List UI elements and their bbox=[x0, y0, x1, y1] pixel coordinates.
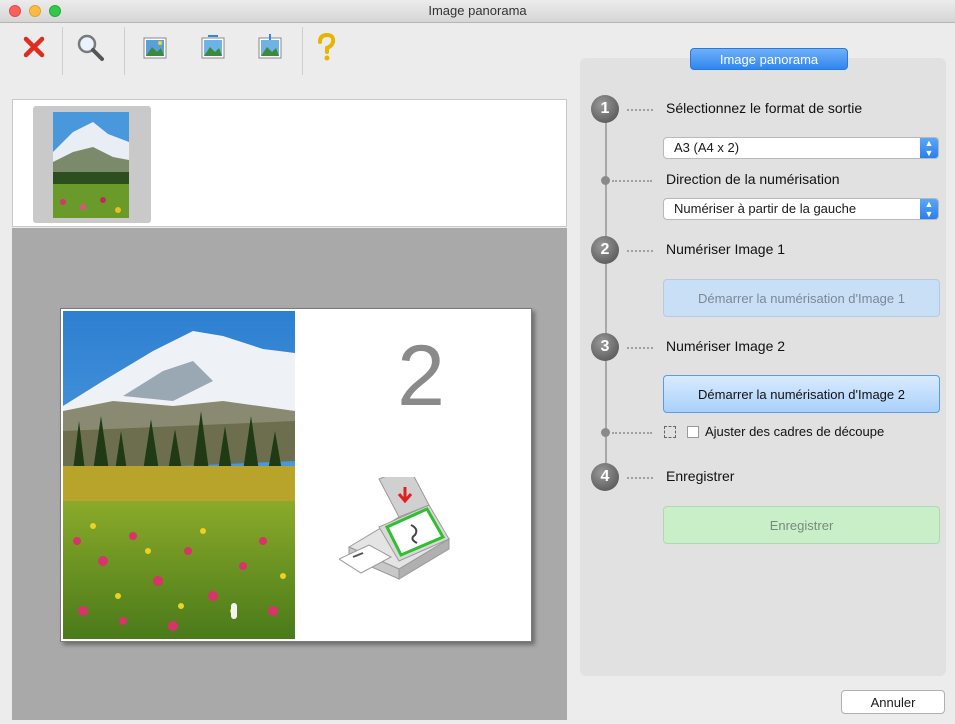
image-icon[interactable] bbox=[250, 27, 290, 67]
scan-direction-value: Numériser à partir de la gauche bbox=[674, 201, 857, 216]
save-button[interactable]: Enregistrer bbox=[663, 506, 940, 544]
substep-dot bbox=[601, 428, 610, 437]
step-connector bbox=[627, 477, 653, 479]
scan-direction-label: Direction de la numérisation bbox=[666, 171, 840, 187]
toolbar-separator bbox=[62, 27, 63, 75]
scan-direction-select[interactable]: Numériser à partir de la gauche ▲ ▼ bbox=[663, 198, 939, 220]
step-connector bbox=[612, 180, 652, 182]
step-connector bbox=[612, 432, 652, 434]
step-1-label: Sélectionnez le format de sortie bbox=[666, 100, 863, 116]
window-title: Image panorama bbox=[428, 3, 527, 18]
preview-page: 2 bbox=[60, 308, 532, 642]
step-connector bbox=[627, 250, 653, 252]
scan-step-number: 2 bbox=[397, 328, 445, 424]
thumbnail-strip bbox=[12, 99, 567, 227]
step-2-badge: 2 bbox=[591, 236, 619, 264]
step-4-badge: 4 bbox=[591, 463, 619, 491]
toolbar-separator bbox=[302, 27, 303, 75]
thumbnail-image bbox=[53, 112, 129, 218]
output-format-select[interactable]: A3 (A4 x 2) ▲ ▼ bbox=[663, 137, 939, 159]
close-icon[interactable] bbox=[14, 27, 54, 67]
adjust-crop-label: Ajuster des cadres de découpe bbox=[705, 424, 885, 439]
start-scan-image-2-button[interactable]: Démarrer la numérisation d'Image 2 bbox=[663, 375, 940, 413]
zoom-icon[interactable] bbox=[70, 27, 110, 67]
adjust-crop-checkbox[interactable] bbox=[687, 426, 699, 438]
step-4-label: Enregistrer bbox=[666, 468, 735, 484]
step-2-label: Numériser Image 1 bbox=[666, 241, 786, 257]
start-scan-image-1-button[interactable]: Démarrer la numérisation d'Image 1 bbox=[663, 279, 940, 317]
image-icon[interactable] bbox=[135, 27, 175, 67]
step-3-badge: 3 bbox=[591, 333, 619, 361]
title-bar: Image panorama bbox=[0, 0, 955, 23]
chevron-updown-icon: ▲ ▼ bbox=[920, 199, 938, 219]
substep-dot bbox=[601, 176, 610, 185]
chevron-updown-icon: ▲ ▼ bbox=[920, 138, 938, 158]
step-1-badge: 1 bbox=[591, 95, 619, 123]
toolbar-separator bbox=[124, 27, 125, 75]
image-icon[interactable] bbox=[193, 27, 233, 67]
crop-frame-icon bbox=[664, 426, 676, 438]
cancel-button[interactable]: Annuler bbox=[841, 690, 945, 714]
app-window: Image panorama 2 Image panorama 1 Sélect… bbox=[0, 0, 955, 724]
preview-area: 2 bbox=[12, 228, 567, 720]
step-connector bbox=[627, 109, 653, 111]
tab-image-panorama[interactable]: Image panorama bbox=[690, 48, 848, 70]
step-3-label: Numériser Image 2 bbox=[666, 338, 786, 354]
scanner-illustration bbox=[337, 466, 459, 590]
output-format-value: A3 (A4 x 2) bbox=[674, 140, 740, 155]
step-connector bbox=[627, 347, 653, 349]
toolbar bbox=[0, 23, 575, 99]
scanned-image-1 bbox=[63, 311, 295, 639]
help-icon[interactable] bbox=[306, 27, 346, 67]
thumbnail-item[interactable] bbox=[33, 106, 151, 223]
